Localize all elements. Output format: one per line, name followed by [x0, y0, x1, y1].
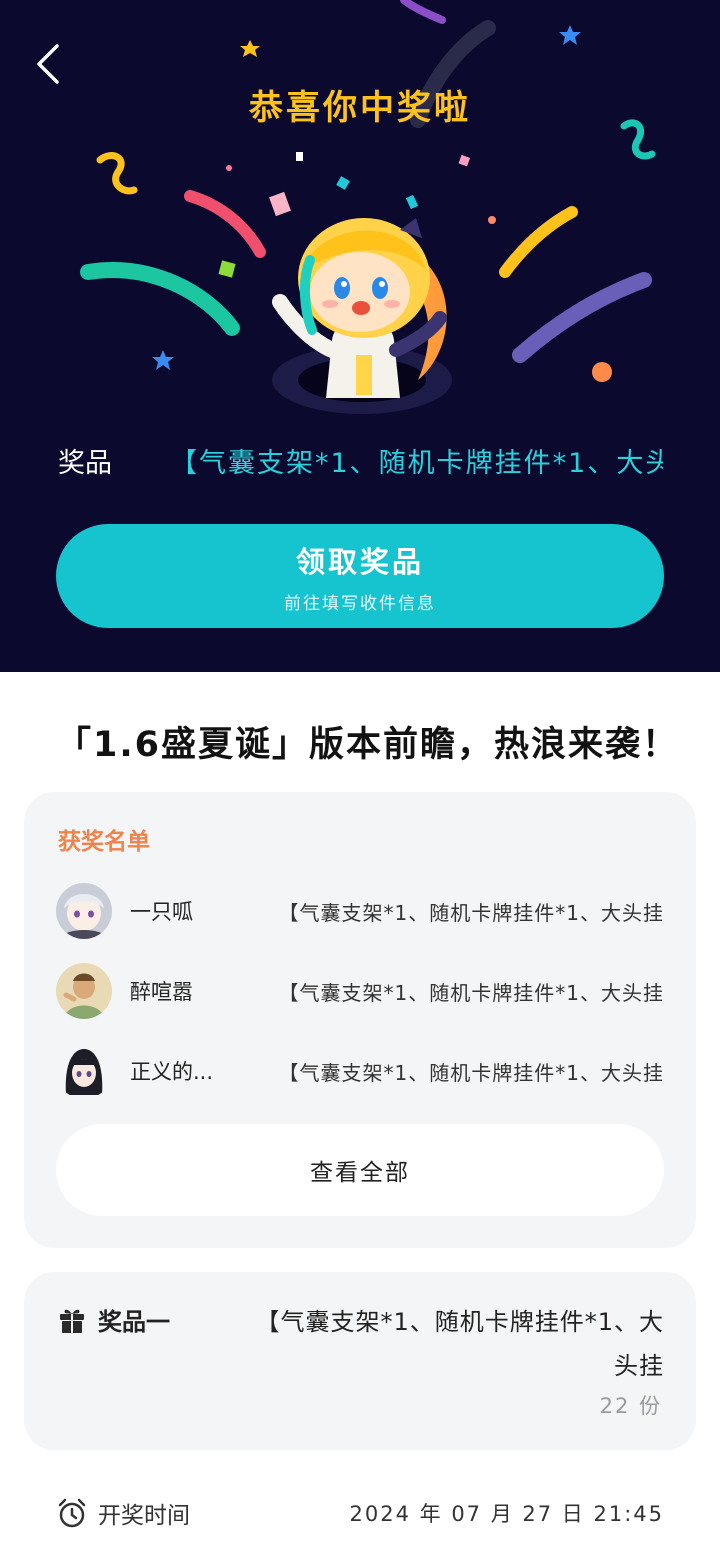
winners-card: 获奖名单 一只呱 【气囊支架*1、随机卡牌挂件*1、大头挂 醉喧嚣 【气囊支架*…	[24, 792, 696, 1248]
prize-detail-card: 奖品一 【气囊支架*1、随机卡牌挂件*1、大头挂 22 份	[24, 1272, 696, 1450]
winner-row[interactable]: 一只呱 【气囊支架*1、随机卡牌挂件*1、大头挂	[56, 882, 664, 940]
gift-icon	[60, 1309, 84, 1333]
prize-count: 22 份	[599, 1394, 662, 1418]
prize-summary-row: 奖品 【气囊支架*1、随机卡牌挂件*1、大头挂	[58, 440, 663, 480]
prize-text: 【气囊支架*1、随机卡牌挂件*1、大头挂	[170, 447, 663, 479]
page-title: 恭喜你中奖啦	[249, 88, 471, 128]
winner-name: 正义的...	[130, 1060, 214, 1084]
winner-row[interactable]: 正义的... 【气囊支架*1、随机卡牌挂件*1、大头挂	[56, 1042, 664, 1100]
claim-prize-sublabel: 前往填写收件信息	[284, 593, 436, 614]
winner-name: 醉喧嚣	[130, 980, 193, 1004]
prize-tier-label: 奖品一	[58, 1302, 170, 1337]
draw-time-label-text: 开奖时间	[98, 1503, 190, 1529]
prize-hero: 恭喜你中奖啦 奖品 【气囊支架*1、随机卡牌挂件*1、大头挂 领取奖品 前往填写…	[0, 0, 720, 672]
chevron-left-icon	[37, 44, 59, 84]
view-all-button[interactable]: 查看全部	[56, 1124, 664, 1216]
claim-prize-label: 领取奖品	[295, 544, 424, 579]
avatar	[56, 1043, 112, 1099]
claim-prize-button[interactable]: 领取奖品 前往填写收件信息	[56, 524, 664, 628]
winner-prize: 【气囊支架*1、随机卡牌挂件*1、大头挂	[278, 980, 664, 1005]
prize-label: 奖品	[58, 447, 112, 479]
prize-tier-name: 奖品一	[98, 1308, 170, 1336]
winner-row[interactable]: 醉喧嚣 【气囊支架*1、随机卡牌挂件*1、大头挂	[56, 962, 664, 1020]
winner-prize: 【气囊支架*1、随机卡牌挂件*1、大头挂	[278, 1060, 664, 1085]
winners-heading: 获奖名单	[58, 829, 150, 855]
mascot-illustration	[272, 218, 452, 414]
event-title: 「1.6盛夏诞」版本前瞻，热浪来袭！	[56, 725, 680, 765]
avatar	[56, 963, 112, 1019]
draw-time-label: 开奖时间	[56, 1496, 190, 1530]
draw-time-value: 2024 年 07 月 27 日 21:45	[349, 1502, 664, 1526]
prize-tier-text: 【气囊支架*1、随机卡牌挂件*1、大头挂	[255, 1308, 664, 1380]
winner-prize: 【气囊支架*1、随机卡牌挂件*1、大头挂	[278, 900, 664, 925]
winner-name: 一只呱	[130, 900, 193, 924]
draw-time-row: 开奖时间 2024 年 07 月 27 日 21:45	[56, 1490, 664, 1536]
alarm-clock-icon	[58, 1498, 86, 1528]
avatar	[56, 883, 112, 939]
